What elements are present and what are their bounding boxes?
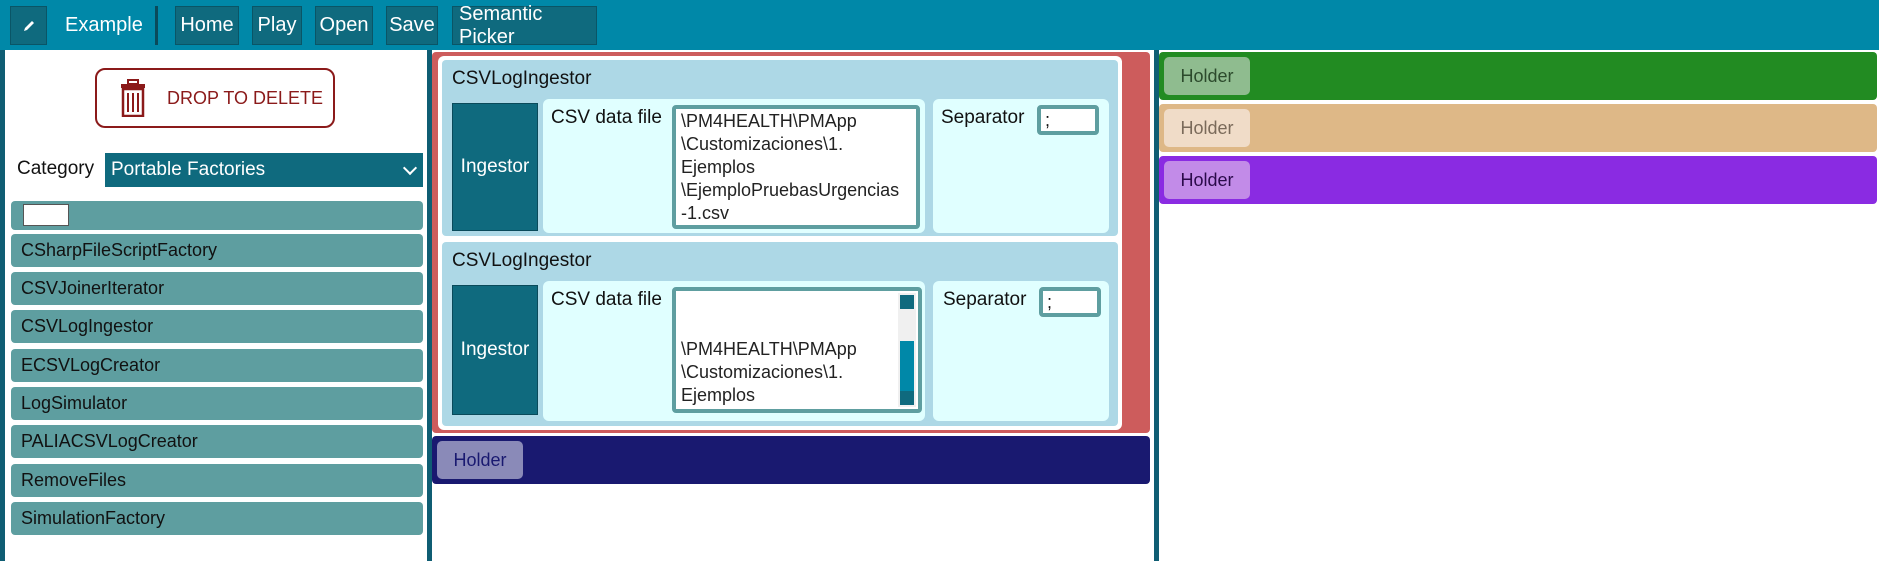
csv-file-card: CSV data file \PM4HEALTH\PMApp \Customiz… xyxy=(543,281,925,421)
list-item[interactable]: CSVJoinerIterator xyxy=(11,272,423,305)
list-item[interactable]: PALIACSVLogCreator xyxy=(11,425,423,458)
separator-card: Separator ; xyxy=(933,281,1109,421)
list-item[interactable]: CSharpFileScriptFactory xyxy=(11,234,423,267)
category-value: Portable Factories xyxy=(111,159,266,180)
toolbar-divider xyxy=(155,6,158,45)
home-button[interactable]: Home xyxy=(175,6,239,45)
save-button[interactable]: Save xyxy=(386,6,438,45)
ingestor-type-label[interactable]: Ingestor xyxy=(452,285,538,415)
holder-button[interactable]: Holder xyxy=(437,441,523,479)
tan-holder[interactable]: Holder xyxy=(1159,104,1877,152)
separator-card: Separator ; xyxy=(933,99,1109,233)
holder-button[interactable]: Holder xyxy=(1164,57,1250,95)
vertical-scrollbar[interactable] xyxy=(898,293,916,407)
play-button[interactable]: Play xyxy=(252,6,302,45)
csv-log-ingestor-block[interactable]: CSVLogIngestor Ingestor CSV data file \P… xyxy=(442,242,1118,426)
holders-panel: Holder Holder Holder xyxy=(1159,50,1879,561)
holder-button[interactable]: Holder xyxy=(1164,109,1250,147)
csv-file-label: CSV data file xyxy=(551,289,662,310)
scroll-up-icon[interactable] xyxy=(900,295,914,309)
pencil-icon xyxy=(23,20,34,31)
category-label: Category xyxy=(17,158,95,179)
edit-button[interactable] xyxy=(10,6,47,45)
purple-holder[interactable]: Holder xyxy=(1159,156,1877,204)
list-item[interactable]: RemoveFiles xyxy=(11,464,423,497)
separator-label: Separator xyxy=(943,289,1027,310)
search-input[interactable] xyxy=(23,204,69,226)
ingestor-type-label[interactable]: Ingestor xyxy=(452,103,538,231)
open-button[interactable]: Open xyxy=(315,6,373,45)
csv-file-card: CSV data file \PM4HEALTH\PMApp \Customiz… xyxy=(543,99,925,233)
separator-input[interactable]: ; xyxy=(1037,105,1099,135)
csv-file-label: CSV data file xyxy=(551,107,662,128)
top-toolbar: Example Home Play Open Save Semantic Pic… xyxy=(0,0,1879,50)
canvas-panel: CSVLogIngestor Ingestor CSV data file \P… xyxy=(432,50,1154,561)
csv-file-input[interactable]: \PM4HEALTH\PMApp \Customizaciones\1. Eje… xyxy=(672,287,922,413)
block-title: CSVLogIngestor xyxy=(452,250,592,271)
navy-holder[interactable]: Holder xyxy=(432,436,1150,484)
category-select[interactable]: Portable Factories xyxy=(105,153,423,187)
holder-content: CSVLogIngestor Ingestor CSV data file \P… xyxy=(438,56,1122,430)
chevron-down-icon xyxy=(402,160,418,176)
drop-to-delete-zone[interactable]: DROP TO DELETE xyxy=(95,68,335,128)
list-item[interactable]: ECSVLogCreator xyxy=(11,349,423,382)
csv-file-text: \PM4HEALTH\PMApp \Customizaciones\1. Eje… xyxy=(681,339,880,409)
list-item[interactable]: LogSimulator xyxy=(11,387,423,420)
app-title: Example xyxy=(65,14,143,36)
csv-log-ingestor-block[interactable]: CSVLogIngestor Ingestor CSV data file \P… xyxy=(442,60,1118,236)
list-item[interactable]: CSVLogIngestor xyxy=(11,310,423,343)
factory-panel: DROP TO DELETE Category Portable Factori… xyxy=(5,50,427,561)
red-holder[interactable]: CSVLogIngestor Ingestor CSV data file \P… xyxy=(432,52,1150,433)
separator-input[interactable]: ; xyxy=(1039,287,1101,317)
scroll-down-icon[interactable] xyxy=(900,391,914,405)
green-holder[interactable]: Holder xyxy=(1159,52,1877,100)
separator-label: Separator xyxy=(941,107,1025,128)
drop-to-delete-label: DROP TO DELETE xyxy=(167,87,324,108)
holder-button[interactable]: Holder xyxy=(1164,161,1250,199)
scroll-thumb[interactable] xyxy=(900,341,914,395)
trash-icon xyxy=(121,79,145,117)
block-title: CSVLogIngestor xyxy=(452,68,592,89)
semantic-picker-button[interactable]: Semantic Picker xyxy=(452,3,597,48)
list-item[interactable]: SimulationFactory xyxy=(11,502,423,535)
search-row xyxy=(11,201,423,230)
csv-file-input[interactable]: \PM4HEALTH\PMApp \Customizaciones\1. Eje… xyxy=(672,105,920,229)
